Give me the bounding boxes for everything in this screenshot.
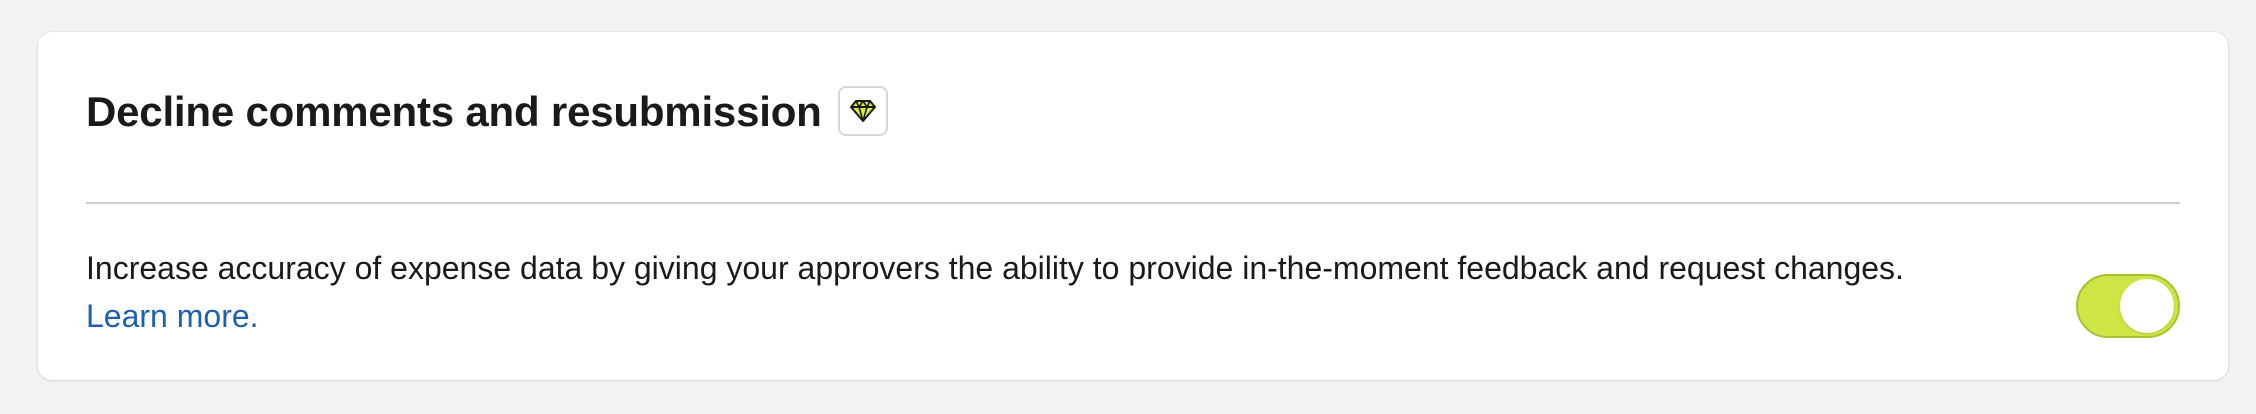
premium-badge [837, 86, 888, 136]
description-text: Increase accuracy of expense data by giv… [86, 250, 1904, 286]
section-title: Decline comments and resubmission [86, 88, 822, 135]
settings-card: Decline comments and resubmission Increa… [38, 32, 2228, 380]
decline-comments-toggle[interactable] [2076, 274, 2180, 338]
card-header: Decline comments and resubmission [86, 80, 2180, 204]
toggle-knob [2120, 279, 2174, 333]
setting-description: Increase accuracy of expense data by giv… [86, 244, 2046, 340]
learn-more-link[interactable]: Learn more. [86, 292, 259, 340]
setting-row: Increase accuracy of expense data by giv… [86, 232, 2180, 362]
diamond-icon [849, 100, 876, 122]
